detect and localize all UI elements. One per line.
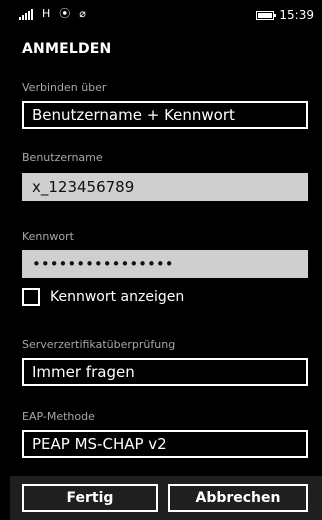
checkbox[interactable] xyxy=(22,288,40,306)
show-password-toggle[interactable]: Kennwort anzeigen xyxy=(22,288,184,306)
password-field[interactable]: •••••••••••••••• xyxy=(22,250,308,278)
cert-label: Serverzertifikatüberprüfung xyxy=(22,338,176,351)
data-icon: ⦿ xyxy=(59,7,71,20)
phone-screen: H ⦿ ⌀ 15:39 ANMELDEN Verbinden über Benu… xyxy=(10,0,322,520)
app-bar: Fertig Abbrechen xyxy=(10,476,322,520)
page-title: ANMELDEN xyxy=(22,41,112,57)
eap-label: EAP-Methode xyxy=(22,410,95,423)
cancel-button[interactable]: Abbrechen xyxy=(168,484,308,512)
network-type: H xyxy=(42,7,51,20)
cert-select[interactable]: Immer fragen xyxy=(22,358,308,386)
eap-select[interactable]: PEAP MS-CHAP v2 xyxy=(22,430,308,458)
show-password-label: Kennwort anzeigen xyxy=(50,289,185,305)
username-field[interactable]: x_123456789 xyxy=(22,173,308,201)
status-bar: H ⦿ ⌀ 15:39 xyxy=(10,0,322,30)
password-label: Kennwort xyxy=(22,230,74,243)
battery-icon xyxy=(256,10,277,20)
connect-label: Verbinden über xyxy=(22,81,107,94)
wifi-off-icon: ⌀ xyxy=(79,7,86,20)
clock: 15:39 xyxy=(279,8,314,22)
connect-field[interactable]: Benutzername + Kennwort xyxy=(22,101,308,129)
signal-icon xyxy=(19,8,33,20)
username-label: Benutzername xyxy=(22,151,103,164)
done-button[interactable]: Fertig xyxy=(22,484,158,512)
